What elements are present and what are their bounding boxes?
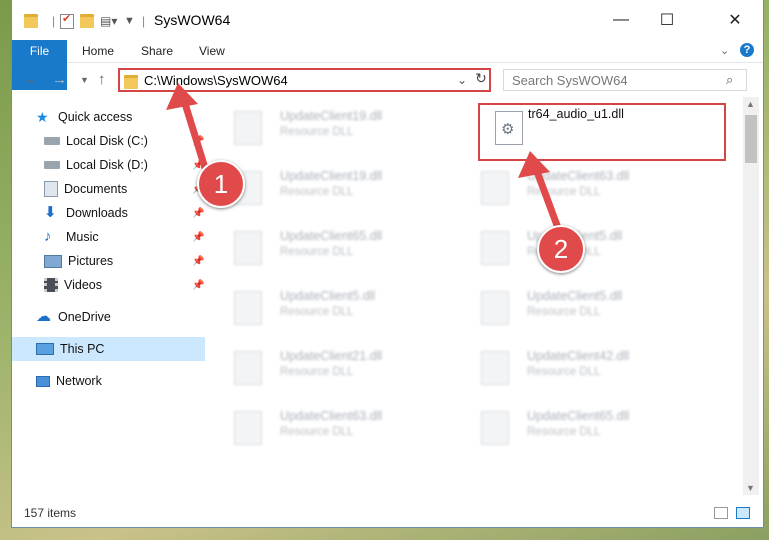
- arrow-2-shaft: [531, 162, 562, 232]
- annotation-arrows: [166, 83, 562, 232]
- arrow-1-head: [166, 83, 198, 110]
- arrow-2-head: [518, 151, 550, 178]
- arrow-1-shaft: [179, 93, 209, 172]
- callout-2: 2: [537, 225, 585, 273]
- callout-1: 1: [197, 160, 245, 208]
